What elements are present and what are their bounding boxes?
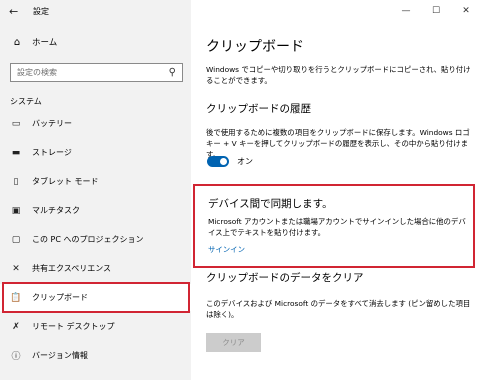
toggle-knob <box>220 158 227 165</box>
search-icon: ⚲ <box>168 67 176 78</box>
sidebar-item-shared-experiences[interactable]: ✕ 共有エクスペリエンス <box>0 255 191 282</box>
tablet-mode-icon: ▯ <box>13 176 19 187</box>
sync-heading: デバイス間で同期します。 <box>208 198 333 210</box>
main-content: — ☐ ✕ クリップボード Windows でコピーや切り取りを行うとクリップボ… <box>191 0 481 380</box>
remote-desktop-icon: ✗ <box>12 321 20 332</box>
search-placeholder: 設定の検索 <box>17 68 57 77</box>
sidebar-item-projecting[interactable]: ▢ この PC へのプロジェクション <box>0 226 191 253</box>
projecting-icon: ▢ <box>11 234 21 245</box>
sidebar-item-storage[interactable]: ▬ ストレージ <box>0 139 191 166</box>
close-icon[interactable]: ✕ <box>451 0 481 22</box>
sidebar-item-label: バージョン情報 <box>32 351 88 360</box>
multitasking-icon: ▣ <box>11 205 21 216</box>
sidebar-item-label: ストレージ <box>32 148 72 157</box>
title-bar: ← 設定 <box>0 0 191 22</box>
intro-text: Windows でコピーや切り取りを行うとクリップボードにコピーされ、貼り付ける… <box>206 65 471 85</box>
sync-description: Microsoft アカウントまたは職場アカウントでサインインした場合に他のデバ… <box>208 217 466 237</box>
sign-in-link[interactable]: サインイン <box>208 244 245 255</box>
sidebar-item-about[interactable]: ⓘ バージョン情報 <box>0 342 191 369</box>
sidebar-item-label: 共有エクスペリエンス <box>32 264 112 273</box>
back-arrow-icon[interactable]: ← <box>9 6 23 17</box>
clear-button[interactable]: クリア <box>206 333 261 352</box>
maximize-icon[interactable]: ☐ <box>421 0 451 22</box>
home-link[interactable]: ⌂ ホーム <box>10 36 58 49</box>
window-controls: — ☐ ✕ <box>391 0 481 22</box>
clipboard-icon: 📋 <box>10 292 22 303</box>
storage-icon: ▬ <box>11 147 21 158</box>
sidebar-item-label: この PC へのプロジェクション <box>32 235 144 244</box>
window-title: 設定 <box>33 6 49 16</box>
history-toggle[interactable] <box>207 156 229 167</box>
home-label: ホーム <box>32 38 58 48</box>
history-toggle-state: オン <box>237 157 253 166</box>
sidebar-item-multitasking[interactable]: ▣ マルチタスク <box>0 197 191 224</box>
sidebar-item-label: タブレット モード <box>32 177 99 186</box>
sidebar-item-label: クリップボード <box>32 293 88 302</box>
sidebar-item-label: バッテリー <box>32 119 72 128</box>
shared-experiences-icon: ✕ <box>12 263 20 274</box>
sidebar-item-clipboard[interactable]: 📋 クリップボード <box>0 284 191 311</box>
history-heading: クリップボードの履歴 <box>206 103 311 115</box>
home-icon: ⌂ <box>13 36 21 48</box>
clear-heading: クリップボードのデータをクリア <box>206 272 364 284</box>
search-input[interactable]: 設定の検索 ⚲ <box>10 63 183 82</box>
page-title: クリップボード <box>206 39 304 55</box>
sidebar-item-remote-desktop[interactable]: ✗ リモート デスクトップ <box>0 313 191 340</box>
sidebar-item-label: リモート デスクトップ <box>32 322 115 331</box>
section-label: システム <box>10 97 42 106</box>
battery-icon: ▭ <box>11 118 21 129</box>
clear-description: このデバイスおよび Microsoft のデータをすべて消去します (ピン留めし… <box>206 299 471 319</box>
sidebar-item-label: マルチタスク <box>32 206 80 215</box>
info-icon: ⓘ <box>11 352 21 362</box>
minimize-icon[interactable]: — <box>391 0 421 22</box>
sidebar-item-tablet-mode[interactable]: ▯ タブレット モード <box>0 168 191 195</box>
sidebar-item-battery[interactable]: ▭ バッテリー <box>0 110 191 137</box>
history-toggle-row: オン <box>207 156 253 167</box>
sync-highlight-box: デバイス間で同期します。 Microsoft アカウントまたは職場アカウントでサ… <box>193 184 475 268</box>
sidebar: ← 設定 ⌂ ホーム 設定の検索 ⚲ システム ▭ バッテリー ▬ ストレージ … <box>0 0 191 380</box>
